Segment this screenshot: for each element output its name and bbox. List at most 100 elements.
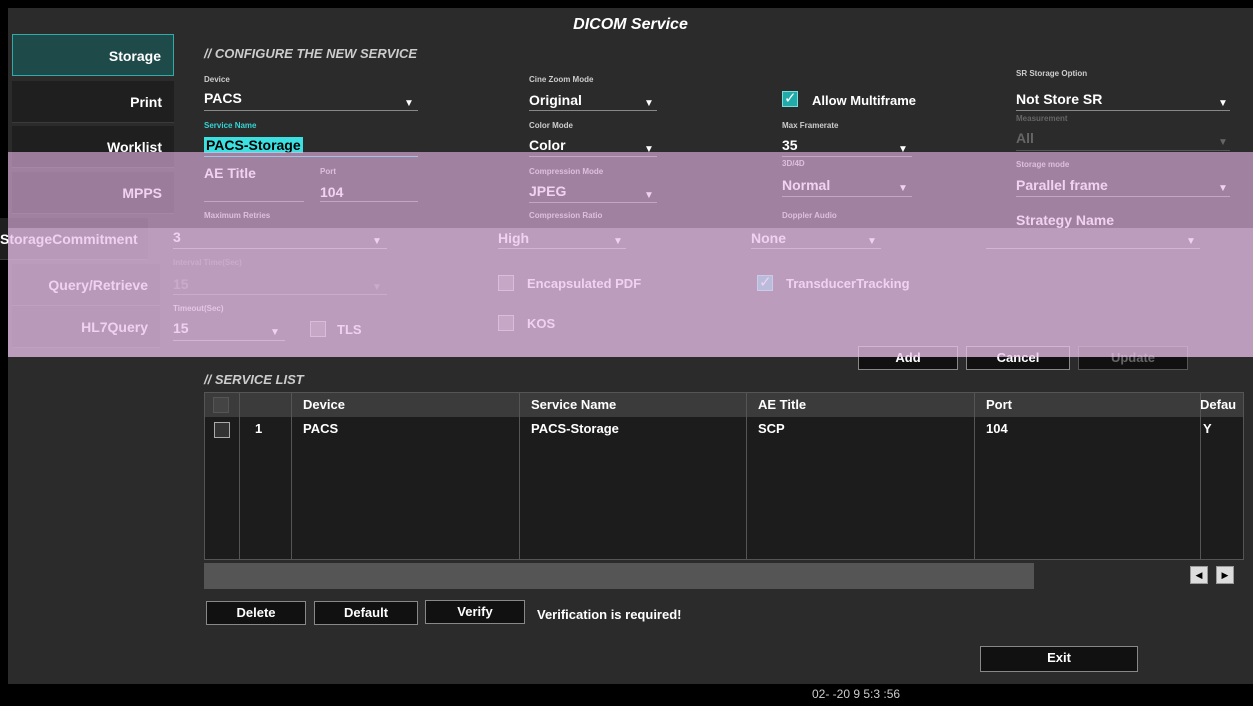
storage-mode-label: Storage mode [1016, 160, 1070, 169]
chevron-down-icon[interactable]: ▼ [867, 236, 877, 247]
row-index: 1 [255, 421, 263, 436]
compression-mode-select[interactable]: JPEG [529, 183, 566, 199]
horizontal-scrollbar[interactable] [204, 563, 1034, 589]
row-port[interactable]: 104 [986, 421, 1008, 436]
table-header [205, 393, 1243, 417]
select-all-checkbox[interactable] [213, 397, 229, 413]
sidebar-item-worklist[interactable]: Worklist [12, 126, 174, 168]
compression-mode-underline [529, 202, 657, 203]
exit-button[interactable]: Exit [980, 646, 1138, 672]
chevron-down-icon[interactable]: ▼ [898, 183, 908, 194]
strategy-name-select[interactable] [986, 248, 1200, 249]
default-button[interactable]: Default [314, 601, 418, 625]
col-ae-title[interactable]: AE Title [758, 393, 807, 417]
scroll-right-icon[interactable]: ▶ [1216, 566, 1234, 584]
max-retries-select[interactable]: 3 [173, 229, 181, 245]
max-framerate-label: Max Framerate [782, 121, 839, 130]
compression-ratio-label: Compression Ratio [529, 211, 603, 220]
chevron-down-icon[interactable]: ▼ [898, 144, 908, 155]
port-input[interactable]: 104 [320, 184, 343, 200]
service-name-label: Service Name [204, 121, 257, 130]
col-default[interactable]: Defau [1200, 393, 1237, 417]
delete-button[interactable]: Delete [206, 601, 306, 625]
color-mode-select[interactable]: Color [529, 137, 566, 153]
col-divider [974, 393, 975, 559]
window-title: DICOM Service [573, 16, 688, 33]
row-device[interactable]: PACS [303, 421, 338, 436]
add-button[interactable]: Add [858, 346, 958, 370]
col-divider [1200, 393, 1201, 559]
row-checkbox[interactable] [214, 422, 230, 438]
cine-zoom-underline [529, 110, 657, 111]
allow-multiframe-checkbox[interactable] [782, 89, 798, 107]
sidebar-item-storage-commitment[interactable]: StorageCommitment [0, 218, 148, 260]
threed-select[interactable]: Normal [782, 177, 830, 193]
chevron-down-icon[interactable]: ▼ [1218, 98, 1228, 109]
chevron-down-icon[interactable]: ▼ [644, 144, 654, 155]
cancel-button[interactable]: Cancel [966, 346, 1070, 370]
measurement-underline [1016, 150, 1230, 151]
chevron-down-icon[interactable]: ▼ [1186, 236, 1196, 247]
scroll-left-icon[interactable]: ◀ [1190, 566, 1208, 584]
cine-zoom-select[interactable]: Original [529, 92, 582, 108]
row-default[interactable]: Y [1203, 421, 1212, 436]
sidebar-item-label: MPPS [122, 185, 162, 201]
chevron-down-icon: ▼ [372, 282, 382, 293]
sidebar-item-mpps[interactable]: MPPS [12, 172, 174, 214]
device-select[interactable]: PACS [204, 90, 242, 106]
kos-checkbox[interactable] [498, 315, 514, 331]
storage-mode-underline [1016, 196, 1230, 197]
transducer-tracking-label: TransducerTracking [786, 276, 910, 291]
compression-ratio-select[interactable]: High [498, 230, 529, 246]
sidebar-item-print[interactable]: Print [12, 81, 174, 123]
chevron-down-icon: ▼ [1218, 137, 1228, 148]
port-label: Port [320, 167, 336, 176]
sidebar-item-label: Print [130, 94, 162, 110]
measurement-label: Measurement [1016, 114, 1068, 123]
chevron-down-icon[interactable]: ▼ [613, 236, 623, 247]
chevron-down-icon[interactable]: ▼ [1218, 183, 1228, 194]
col-divider [239, 393, 240, 559]
ae-title-input[interactable] [204, 201, 304, 202]
max-retries-underline [173, 248, 387, 249]
col-device[interactable]: Device [303, 393, 345, 417]
service-list-title-text: SERVICE LIST [214, 372, 304, 387]
encapsulated-pdf-checkbox[interactable] [498, 275, 514, 291]
sidebar-item-label: Storage [108, 48, 161, 64]
chevron-down-icon[interactable]: ▼ [270, 327, 280, 338]
chevron-down-icon[interactable]: ▼ [644, 98, 654, 109]
row-service-name[interactable]: PACS-Storage [531, 421, 619, 436]
timeout-underline [173, 340, 285, 341]
chevron-down-icon[interactable]: ▼ [372, 236, 382, 247]
sr-storage-select[interactable]: Not Store SR [1016, 91, 1102, 107]
compression-mode-label: Compression Mode [529, 167, 604, 176]
chevron-down-icon[interactable]: ▼ [404, 98, 414, 109]
sidebar-item-hl7query[interactable]: HL7Query [12, 306, 160, 348]
col-service-name[interactable]: Service Name [531, 393, 617, 417]
col-port[interactable]: Port [986, 393, 1012, 417]
sr-storage-underline [1016, 110, 1230, 111]
sidebar-item-label: StorageCommitment [0, 231, 138, 247]
sidebar-item-label: Worklist [107, 139, 162, 155]
service-name-input[interactable]: PACS-Storage [204, 137, 303, 153]
doppler-audio-select[interactable]: None [751, 230, 786, 246]
service-list-table: Device Service Name AE Title Port Defau … [204, 392, 1244, 560]
col-divider [291, 393, 292, 559]
tls-label: TLS [337, 322, 362, 337]
sidebar-item-query-retrieve[interactable]: Query/Retrieve [12, 264, 160, 306]
color-mode-underline [529, 156, 657, 157]
storage-mode-select[interactable]: Parallel frame [1016, 177, 1108, 193]
update-button: Update [1078, 346, 1188, 370]
kos-label: KOS [527, 316, 556, 331]
verify-button[interactable]: Verify [425, 600, 525, 624]
sidebar-item-storage[interactable]: Storage [12, 34, 174, 76]
max-framerate-select[interactable]: 35 [782, 137, 798, 153]
tls-checkbox[interactable] [310, 321, 326, 337]
row-ae-title[interactable]: SCP [758, 421, 785, 436]
transducer-tracking-checkbox[interactable] [757, 273, 773, 291]
doppler-audio-label: Doppler Audio [782, 211, 837, 220]
device-underline [204, 110, 418, 111]
sr-storage-label: SR Storage Option [1016, 69, 1088, 78]
timeout-select[interactable]: 15 [173, 320, 189, 336]
chevron-down-icon[interactable]: ▼ [644, 190, 654, 201]
